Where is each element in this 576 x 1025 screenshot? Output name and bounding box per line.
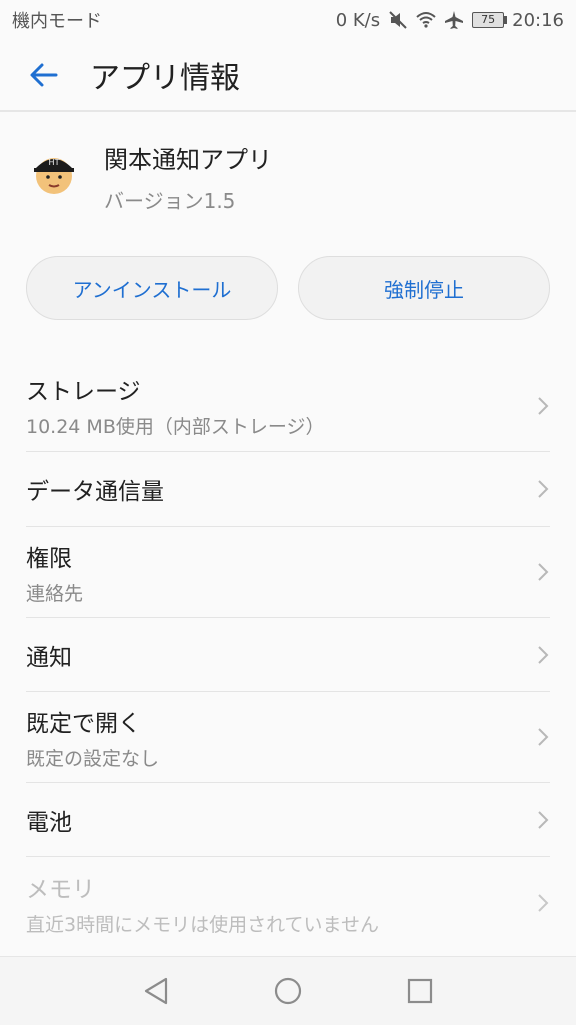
list-item-subtitle: 10.24 MB使用（内部ストレージ）: [26, 416, 325, 438]
navigation-bar: [0, 956, 576, 1025]
app-name: 関本通知アプリ: [104, 146, 272, 174]
list-item-title: データ通信量: [26, 479, 164, 505]
list-item-battery[interactable]: 電池: [26, 783, 550, 857]
status-airplane-mode-text: 機内モード: [12, 11, 102, 32]
airplane-icon: [445, 11, 464, 29]
chevron-right-icon: [538, 480, 549, 498]
list-item-title: 既定で開く: [26, 710, 141, 737]
list-item-title: 通知: [26, 644, 72, 671]
svg-text:HT: HT: [49, 158, 60, 167]
circle-home-icon: [274, 977, 302, 1005]
app-header: HT 関本通知アプリ バージョン1.5: [26, 140, 556, 213]
battery-icon: 75: [472, 12, 508, 28]
chevron-right-icon: [538, 645, 549, 664]
nav-recents-button[interactable]: [402, 973, 438, 1009]
app-bar: アプリ情報: [0, 40, 576, 112]
wifi-icon: [416, 12, 436, 28]
nav-home-button[interactable]: [270, 973, 306, 1009]
app-version: バージョン1.5: [104, 189, 236, 213]
network-speed: 0 K/s: [335, 9, 381, 31]
square-recents-icon: [407, 978, 433, 1004]
mute-icon: [389, 11, 407, 29]
settings-list: ストレージ 10.24 MB使用（内部ストレージ） データ通信量 権限 連絡先 …: [26, 360, 550, 949]
chevron-right-icon: [538, 894, 549, 912]
chevron-right-icon: [538, 563, 549, 581]
app-icon: HT: [26, 144, 82, 200]
status-bar: 機内モード 0 K/s 75 20:16: [0, 0, 576, 40]
force-stop-button[interactable]: 強制停止: [298, 256, 550, 320]
chevron-right-icon: [538, 396, 549, 415]
list-item-title: メモリ: [26, 876, 95, 903]
list-item-title: ストレージ: [26, 379, 141, 405]
list-item-storage[interactable]: ストレージ 10.24 MB使用（内部ストレージ）: [26, 360, 550, 452]
list-item-open-by-default[interactable]: 既定で開く 既定の設定なし: [26, 692, 550, 783]
list-item-title: 権限: [26, 545, 72, 572]
chevron-right-icon: [538, 728, 549, 746]
clock: 20:16: [512, 9, 564, 31]
list-item-subtitle: 直近3時間にメモリは使用されていません: [26, 913, 379, 936]
back-button[interactable]: [22, 53, 66, 97]
status-right: 0 K/s 75 20:16: [336, 10, 564, 31]
list-item-memory[interactable]: メモリ 直近3時間にメモリは使用されていません: [26, 857, 550, 949]
list-item-data-usage[interactable]: データ通信量: [26, 452, 550, 527]
triangle-back-icon: [144, 977, 168, 1005]
back-arrow-icon: [30, 63, 58, 87]
chevron-right-icon: [538, 810, 549, 829]
nav-back-button[interactable]: [138, 973, 174, 1009]
list-item-notifications[interactable]: 通知: [26, 618, 550, 692]
action-buttons: アンインストール 強制停止: [26, 256, 550, 320]
list-item-subtitle: 連絡先: [26, 582, 84, 605]
page-title: アプリ情報: [90, 61, 240, 96]
list-item-title: 電池: [26, 809, 72, 836]
list-item-subtitle: 既定の設定なし: [26, 747, 160, 770]
uninstall-button[interactable]: アンインストール: [26, 256, 278, 320]
list-item-permissions[interactable]: 権限 連絡先: [26, 527, 550, 618]
